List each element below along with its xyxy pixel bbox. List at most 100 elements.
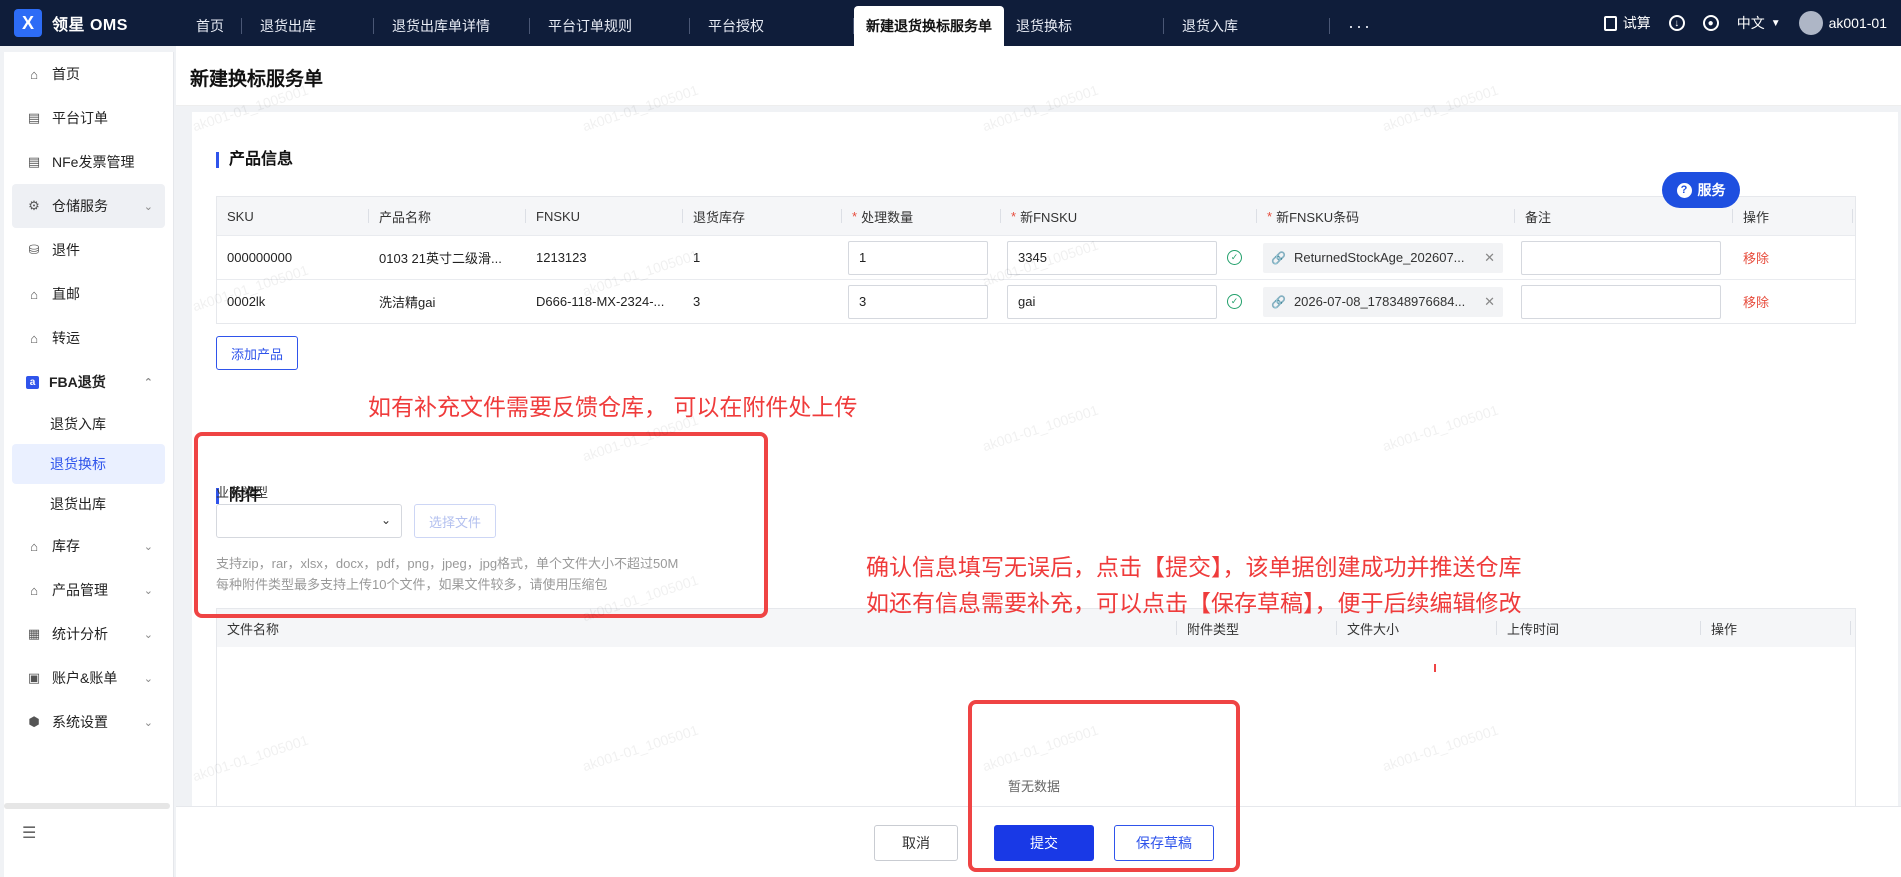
close-icon[interactable]: ✕ xyxy=(1484,294,1495,310)
product-table-header: SKU 产品名称 FNSKU 退货库存 * 处理数量 * 新FNSKU * 新FNSK… xyxy=(217,197,1855,235)
user-name: ak001-01 xyxy=(1828,15,1887,31)
col-action: 操作 xyxy=(1733,197,1853,235)
barcode-file-name: ReturnedStockAge_202607... xyxy=(1293,250,1465,265)
top-bar: X 领星 OMS 首页 退货出库 退货出库单详情 平台订单规则 平台授权 新建退… xyxy=(0,0,1901,46)
barcode-file-name: 2026-07-08_178348976684... xyxy=(1293,294,1466,309)
target-icon[interactable]: ● xyxy=(1702,15,1719,31)
sidebar: ⌂ 首页 ▤ 平台订单 ▤ NFe发票管理 ⚙ 仓储服务 ⌄ ⛁ 退件 ⌂ 直邮… xyxy=(4,52,174,877)
sidebar-item-home[interactable]: ⌂ 首页 xyxy=(4,52,173,96)
sidebar-item-label: NFe发票管理 xyxy=(52,154,135,170)
settings-icon: ⬢ xyxy=(28,714,40,729)
sidebar-item-fba-returns[interactable]: a FBA退货 ⌃ xyxy=(4,360,173,404)
cell-new-fnsku-barcode: 🔗 ReturnedStockAge_202607... ✕ xyxy=(1257,236,1515,279)
tab-return-inbound[interactable]: 退货入库 xyxy=(1164,6,1330,46)
tab-bar: 首页 退货出库 退货出库单详情 平台订单规则 平台授权 新建退货换标服务单 退货… xyxy=(178,0,1604,46)
attachment-annotation-text: 如有补充文件需要反馈仓库， 可以在附件处上传 xyxy=(368,394,858,420)
avatar xyxy=(1798,11,1823,35)
sidebar-item-system-settings[interactable]: ⬢ 系统设置 ⌄ xyxy=(4,700,173,744)
sidebar-item-label: 退件 xyxy=(52,242,80,258)
cell-new-fnsku-barcode: 🔗 2026-07-08_178348976684... ✕ xyxy=(1257,280,1515,323)
chevron-down-icon: ⌄ xyxy=(143,200,153,213)
sidebar-item-product-management[interactable]: ⌂ 产品管理 ⌄ xyxy=(4,568,173,612)
user-menu[interactable]: ak001-01 xyxy=(1798,11,1887,35)
cancel-button[interactable]: 取消 xyxy=(874,825,958,861)
logo-icon: X xyxy=(14,9,42,37)
amazon-icon: a xyxy=(26,375,39,389)
barcode-file-tag[interactable]: 🔗 ReturnedStockAge_202607... ✕ xyxy=(1263,242,1503,273)
sidebar-item-statistics[interactable]: ▦ 统计分析 ⌄ xyxy=(4,612,173,656)
tab-platform-order-rules[interactable]: 平台订单规则 xyxy=(530,6,690,46)
sidebar-scrollbar[interactable] xyxy=(4,803,170,809)
sidebar-item-transfer[interactable]: ⌂ 转运 xyxy=(4,316,173,360)
add-product-button[interactable]: 添加产品 xyxy=(216,336,298,370)
submit-annotation-box xyxy=(968,700,1240,872)
sidebar-item-label: 系统设置 xyxy=(52,714,108,730)
mail-icon: ⌂ xyxy=(30,286,38,302)
collapse-menu-icon[interactable]: ☰ xyxy=(22,823,36,843)
chevron-down-icon: ⌄ xyxy=(143,540,153,553)
sidebar-item-warehouse-service[interactable]: ⚙ 仓储服务 ⌄ xyxy=(12,184,165,228)
remark-input[interactable] xyxy=(1521,284,1721,319)
chevron-down-icon: ⌄ xyxy=(143,672,153,685)
sidebar-item-label: 仓储服务 xyxy=(52,198,108,214)
new-fnsku-input[interactable]: gai xyxy=(1007,284,1217,319)
col-action: 操作 xyxy=(1701,609,1851,647)
chevron-down-icon: ⌄ xyxy=(143,716,153,729)
transfer-icon: ⌂ xyxy=(30,330,38,346)
inventory-icon: ⌂ xyxy=(30,538,38,554)
tab-home[interactable]: 首页 xyxy=(178,6,242,46)
sidebar-item-label: 平台订单 xyxy=(52,110,108,126)
remove-button[interactable]: 移除 xyxy=(1743,292,1769,311)
check-circle-icon: ✓ xyxy=(1227,294,1242,309)
sidebar-item-returns[interactable]: ⛁ 退件 xyxy=(4,228,173,272)
trial-calc-button[interactable]: 试算 xyxy=(1603,13,1651,33)
col-process-qty: * 处理数量 xyxy=(842,197,1001,235)
cell-product-name: 0103 21英寸二级滑... xyxy=(379,251,502,266)
download-icon[interactable]: ↓ xyxy=(1668,15,1685,31)
sidebar-item-label: 库存 xyxy=(52,538,80,554)
tab-return-outbound[interactable]: 退货出库 xyxy=(242,6,374,46)
cell-return-stock: 1 xyxy=(693,250,701,265)
sidebar-sub-return-outbound[interactable]: 退货出库 xyxy=(4,484,173,524)
sidebar-item-account-billing[interactable]: ▣ 账户&账单 ⌄ xyxy=(4,656,173,700)
sidebar-sub-return-inbound[interactable]: 退货入库 xyxy=(4,404,173,444)
process-qty-input[interactable]: 3 xyxy=(848,284,988,319)
cell-product-name: 洗洁精gai xyxy=(379,295,436,310)
app-logo[interactable]: X 领星 OMS xyxy=(0,0,178,46)
remove-button[interactable]: 移除 xyxy=(1743,248,1769,267)
close-icon[interactable]: ✕ xyxy=(1484,250,1495,266)
cell-process-qty: 3 xyxy=(842,280,1001,323)
sidebar-item-label: 产品管理 xyxy=(52,582,108,598)
sidebar-item-direct-mail[interactable]: ⌂ 直邮 xyxy=(4,272,173,316)
sidebar-item-platform-orders[interactable]: ▤ 平台订单 xyxy=(4,96,173,140)
language-select[interactable]: 中文 ▼ xyxy=(1737,13,1781,33)
submit-annotation-text-1: 确认信息填写无误后，点击【提交】，该单据创建成功并推送仓库 xyxy=(866,554,1522,580)
sidebar-item-inventory[interactable]: ⌂ 库存 ⌄ xyxy=(4,524,173,568)
chevron-up-icon: ⌃ xyxy=(143,376,153,389)
process-qty-input[interactable]: 1 xyxy=(848,240,988,275)
sidebar-item-label: 统计分析 xyxy=(52,626,108,642)
chart-icon: ▦ xyxy=(27,626,41,641)
tabs-more-button[interactable]: ··· xyxy=(1330,6,1390,46)
paperclip-icon: 🔗 xyxy=(1271,250,1286,265)
tab-new-relabel-service[interactable]: 新建退货换标服务单 xyxy=(854,6,1004,46)
question-icon: ? xyxy=(1676,182,1692,198)
tab-return-relabel[interactable]: 退货换标 xyxy=(1004,6,1164,46)
col-fnsku: FNSKU xyxy=(526,197,683,235)
col-upload-time: 上传时间 xyxy=(1497,609,1701,647)
tab-return-outbound-detail[interactable]: 退货出库单详情 xyxy=(374,6,530,46)
sidebar-item-nfe-invoice[interactable]: ▤ NFe发票管理 xyxy=(4,140,173,184)
sidebar-sub-return-relabel[interactable]: 退货换标 xyxy=(12,444,165,484)
trial-calc-label: 试算 xyxy=(1622,15,1651,31)
service-button[interactable]: ? 服务 xyxy=(1662,172,1740,208)
remark-input[interactable] xyxy=(1521,240,1721,275)
chevron-down-icon: ⌄ xyxy=(143,628,153,641)
sidebar-item-label: 首页 xyxy=(52,66,80,82)
col-return-stock: 退货库存 xyxy=(683,197,842,235)
barcode-file-tag[interactable]: 🔗 2026-07-08_178348976684... ✕ xyxy=(1263,286,1503,317)
sidebar-item-label: 账户&账单 xyxy=(52,670,118,686)
return-icon: ⛁ xyxy=(28,242,40,257)
tab-platform-auth[interactable]: 平台授权 xyxy=(690,6,854,46)
caret-down-icon: ▼ xyxy=(1770,17,1781,29)
annotation-mark xyxy=(1434,664,1436,672)
